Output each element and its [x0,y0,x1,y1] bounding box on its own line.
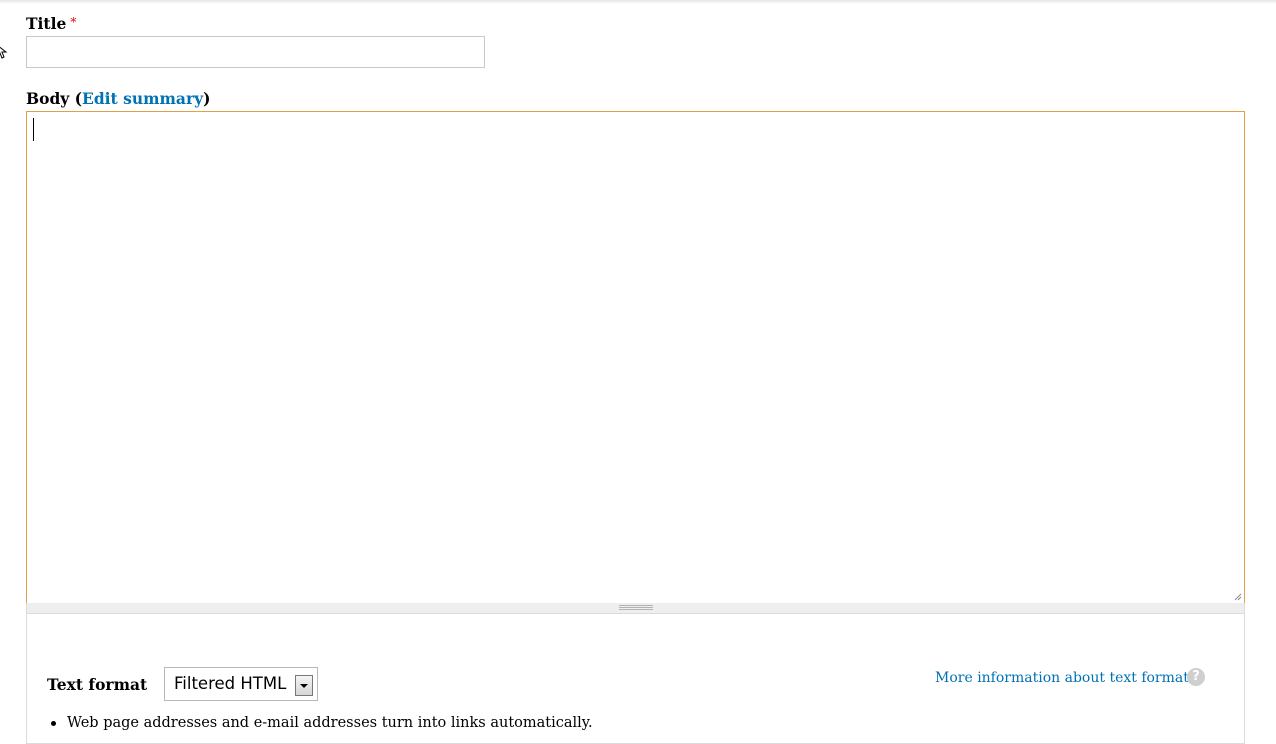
text-caret [33,118,34,141]
body-label-suffix: ) [203,89,211,108]
more-info-text-formats-link[interactable]: More information about text formats [935,669,1196,687]
body-textarea-wrapper [26,111,1245,604]
text-format-select[interactable]: Filtered HTML [164,667,318,701]
resize-grip-icon [619,605,653,610]
top-shadow [0,0,1276,4]
question-circle-icon[interactable]: ? [1187,668,1205,686]
body-label-prefix: Body ( [26,89,83,108]
edit-summary-link[interactable]: Edit summary [82,89,203,108]
text-format-panel: Text format Filtered HTML More informati… [26,614,1245,744]
required-marker: * [70,15,77,29]
body-label: Body (Edit summary) [26,89,210,109]
resize-corner-icon [1234,593,1242,601]
chevron-down-icon[interactable] [295,675,313,696]
format-tips-list: Web page addresses and e-mail addresses … [49,714,593,732]
textarea-resize-grippie[interactable] [26,603,1245,614]
mouse-pointer-icon [0,46,8,59]
title-input[interactable] [26,36,485,68]
title-label-text: Title [26,14,67,33]
title-label: Title * [26,12,76,34]
text-format-selected: Filtered HTML [174,674,287,693]
text-format-label: Text format [47,675,148,694]
body-textarea[interactable] [27,112,1244,603]
format-tip-item: Web page addresses and e-mail addresses … [49,714,593,732]
